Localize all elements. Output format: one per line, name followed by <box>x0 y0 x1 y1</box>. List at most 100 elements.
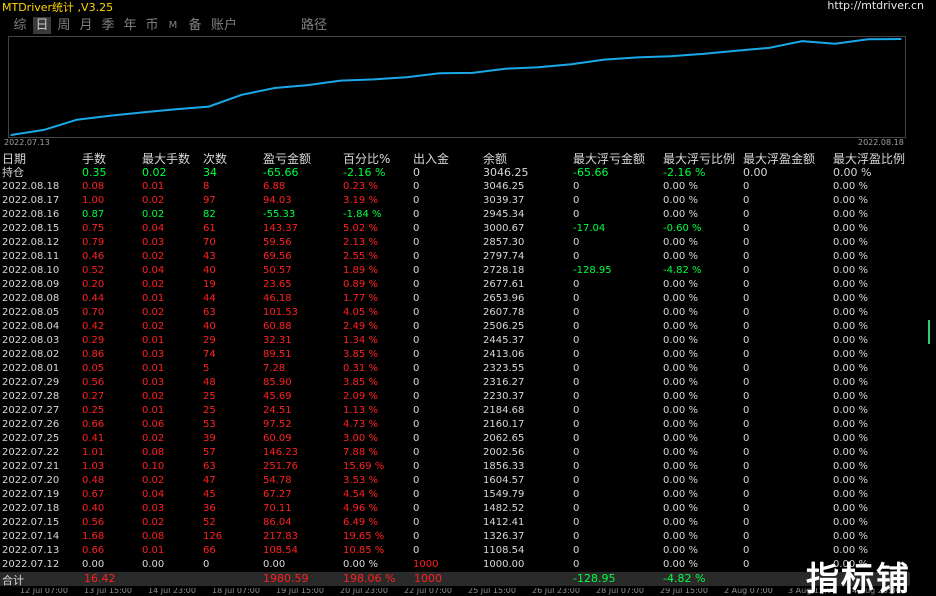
cell: 0.02 <box>142 279 165 290</box>
column-header[interactable]: 次数 <box>203 152 227 166</box>
table-row: 2022.08.12 0.79 0.03 70 59.56 2.13 % 0 2857.30 0… <box>0 236 910 250</box>
column-header[interactable]: 盈亏金额 <box>263 152 311 166</box>
column-header[interactable]: 最大浮亏比例 <box>663 152 735 166</box>
tab-7[interactable]: M <box>165 17 181 34</box>
cell: 0.00 <box>743 166 768 179</box>
cell: -2.16 % <box>663 166 706 179</box>
cell: 7.28 <box>263 363 286 374</box>
equity-point <box>372 78 375 81</box>
cell: 6.49 % <box>343 517 378 528</box>
cell: 0.08 <box>142 447 165 458</box>
cell: 0.00 % <box>663 517 698 528</box>
equity-point <box>504 67 507 70</box>
cell: 2607.78 <box>483 307 525 318</box>
equity-point <box>735 49 737 52</box>
cell: 2797.74 <box>483 251 525 262</box>
tab-0[interactable]: 综 <box>11 17 29 34</box>
cell: 4.05 % <box>343 307 378 318</box>
column-header[interactable]: 余额 <box>483 152 507 166</box>
cell: 0.01 <box>142 181 165 192</box>
cell: 25 <box>203 405 216 416</box>
cell: 0.02 <box>142 166 167 179</box>
tab-10[interactable]: 路径 <box>300 17 328 34</box>
equity-point <box>306 84 309 86</box>
scroll-indicator[interactable] <box>928 320 930 344</box>
cell: 2022.07.27 <box>2 405 60 416</box>
cell: 0.00 % <box>663 391 698 402</box>
cell: 0.02 <box>142 195 165 206</box>
cell: 0 <box>413 237 420 248</box>
cell: 0.00 % <box>663 559 698 570</box>
cell: 2022.07.15 <box>2 517 60 528</box>
tab-9[interactable]: 账户 <box>210 17 238 34</box>
cell: 3046.25 <box>483 181 525 192</box>
table-row: 2022.07.12 0.00 0.00 0 0.00 0.00 % 1000 1000.00… <box>0 558 910 572</box>
column-header[interactable]: 最大浮盈比例 <box>833 152 905 166</box>
column-header[interactable]: 最大手数 <box>142 152 190 166</box>
cell: 0 <box>743 377 750 388</box>
cell: 7.88 % <box>343 447 378 458</box>
equity-point <box>570 63 573 66</box>
cell: 0.02 <box>142 517 165 528</box>
cell: 2022.07.25 <box>2 433 60 444</box>
cell: 2022.08.01 <box>2 363 60 374</box>
table-row: 2022.08.18 0.08 0.01 8 6.88 0.23 % 0 3046.25 0 0.… <box>0 180 910 194</box>
cell: 0 <box>743 279 750 290</box>
tab-1[interactable]: 日 <box>33 17 51 34</box>
cell: 0.00 % <box>663 545 698 556</box>
cell: 1000.00 <box>483 559 525 570</box>
table-row: 2022.08.01 0.05 0.01 5 7.28 0.31 % 0 2323.55 0 0.… <box>0 362 910 376</box>
cell: 0.01 <box>142 335 165 346</box>
column-header[interactable]: 出入金 <box>413 152 449 166</box>
cell: 0.00 % <box>663 349 698 360</box>
website-link[interactable]: http://mtdriver.cn <box>827 0 924 12</box>
cell: 0 <box>743 517 750 528</box>
cell: 101.53 <box>263 307 298 318</box>
cell: 0.00 % <box>833 335 868 346</box>
tab-8[interactable]: 备 <box>186 17 204 34</box>
column-header[interactable]: 日期 <box>2 152 26 166</box>
cell: -128.95 <box>573 265 612 276</box>
cell: 0.23 % <box>343 181 378 192</box>
cell: 0 <box>413 419 420 430</box>
cell: 0.00 % <box>663 279 698 290</box>
cell: 0 <box>573 195 580 206</box>
tab-6[interactable]: 币 <box>143 17 161 34</box>
equity-point <box>240 94 243 96</box>
cell: 0 <box>413 181 420 192</box>
column-header[interactable]: 手数 <box>82 152 106 166</box>
cell: 2022.07.21 <box>2 461 60 472</box>
cell: 0 <box>573 503 580 514</box>
equity-point <box>900 38 902 40</box>
tab-5[interactable]: 年 <box>121 17 139 34</box>
cell: 0.00 % <box>663 503 698 514</box>
column-header[interactable]: 最大浮亏金额 <box>573 152 645 166</box>
cell: 0 <box>413 307 420 318</box>
cell: 0.01 <box>142 363 165 374</box>
column-header[interactable]: 最大浮盈金额 <box>743 152 815 166</box>
cell: 0 <box>743 405 750 416</box>
total-max-float-loss: -128.95 <box>573 572 616 585</box>
time-axis-label: 19 Jul 15:00 <box>276 588 324 595</box>
cell: 2.55 % <box>343 251 378 262</box>
equity-point <box>207 105 210 108</box>
cell: 45 <box>203 489 216 500</box>
tab-3[interactable]: 月 <box>77 17 95 34</box>
cell: 0.20 <box>82 279 105 290</box>
equity-point <box>273 87 276 89</box>
cell: 0.00 % <box>833 489 868 500</box>
cell: 0.00 % <box>833 209 868 220</box>
tab-4[interactable]: 季 <box>99 17 117 34</box>
equity-line <box>10 38 902 136</box>
cell: 0.00 % <box>663 237 698 248</box>
cell: 97.52 <box>263 419 292 430</box>
total-max-float-loss-pct: -4.82 % <box>663 572 706 585</box>
time-axis-label: 29 Jul 15:00 <box>660 588 708 595</box>
cell: 0 <box>413 251 420 262</box>
cell: 0 <box>413 475 420 486</box>
column-header[interactable]: 百分比% <box>343 152 390 166</box>
period-tabs: 综日周月季年币 M 备账户 路径 <box>0 14 936 36</box>
cell: 10.85 % <box>343 545 385 556</box>
tab-2[interactable]: 周 <box>55 17 73 34</box>
cell: 1856.33 <box>483 461 525 472</box>
